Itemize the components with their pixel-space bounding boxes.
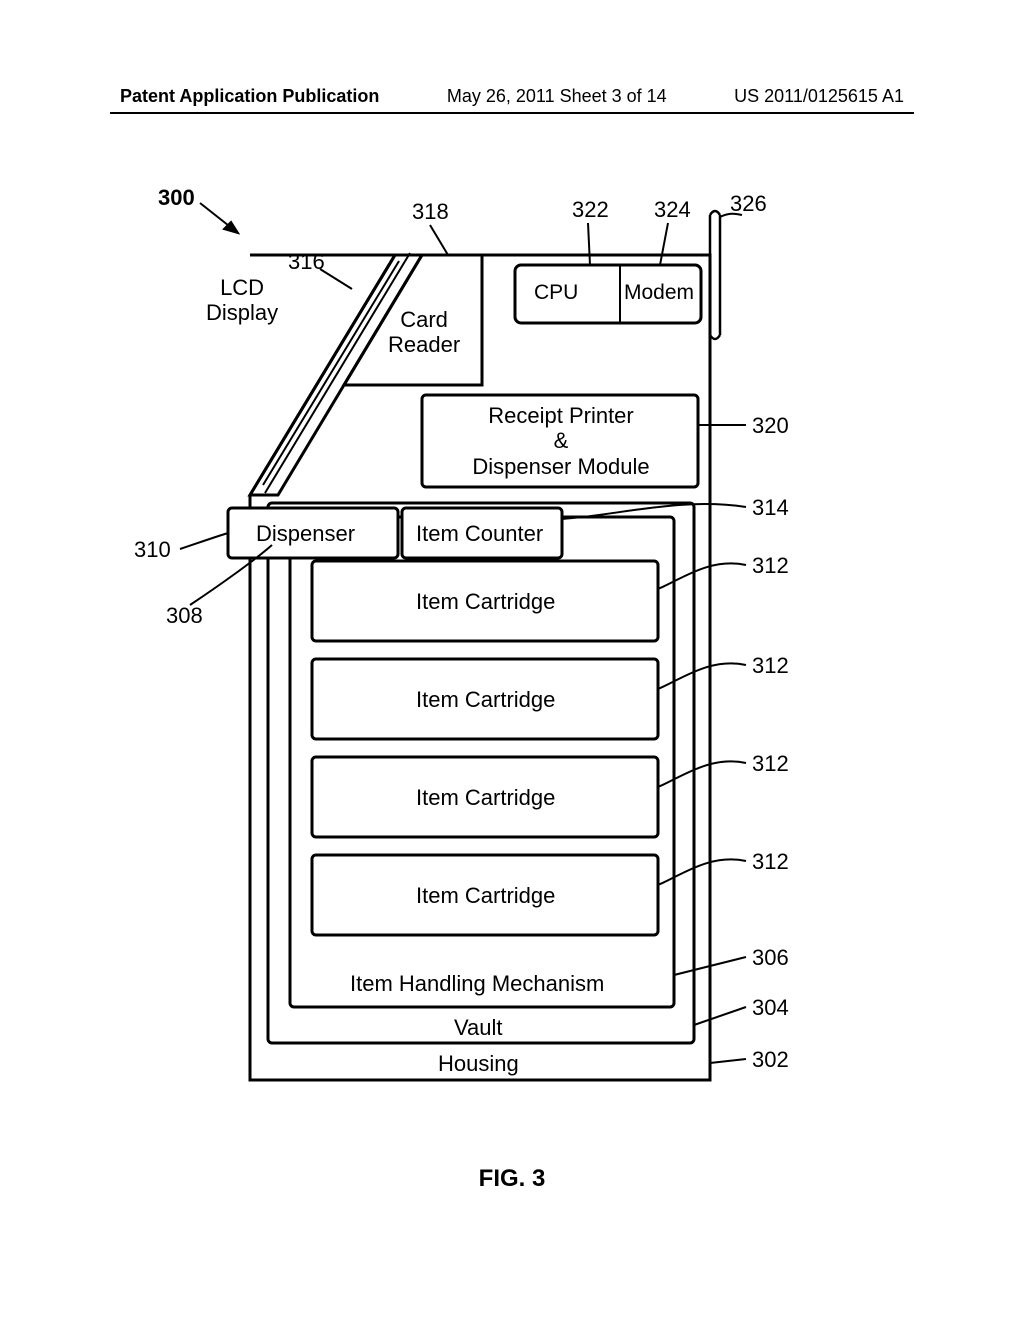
ref-312-d: 312 <box>752 849 789 874</box>
label-cpu: CPU <box>534 281 578 305</box>
label-card-reader: Card Reader <box>388 307 460 358</box>
label-cartridge-1: Item Cartridge <box>416 589 555 614</box>
label-vault: Vault <box>454 1015 503 1040</box>
ref-312-c: 312 <box>752 751 789 776</box>
label-receipt-printer: Receipt Printer & Dispenser Module <box>432 403 690 479</box>
header-right: US 2011/0125615 A1 <box>734 86 904 107</box>
ref-320: 320 <box>752 413 789 438</box>
label-item-handling: Item Handling Mechanism <box>350 971 604 996</box>
ref-316: 316 <box>288 249 325 274</box>
diagram-svg <box>120 185 900 1175</box>
header-center: May 26, 2011 Sheet 3 of 14 <box>447 86 667 107</box>
label-item-counter: Item Counter <box>416 521 543 546</box>
label-cartridge-2: Item Cartridge <box>416 687 555 712</box>
ref-312-b: 312 <box>752 653 789 678</box>
label-dispenser: Dispenser <box>256 521 355 546</box>
figure-3-diagram: 300 316 318 322 324 326 320 314 312 312 … <box>120 185 900 1175</box>
ref-302: 302 <box>752 1047 789 1072</box>
header-left: Patent Application Publication <box>120 86 379 107</box>
page-header: Patent Application Publication May 26, 2… <box>0 86 1024 107</box>
label-cartridge-4: Item Cartridge <box>416 883 555 908</box>
ref-306: 306 <box>752 945 789 970</box>
label-lcd-display: LCD Display <box>206 275 278 326</box>
ref-326: 326 <box>730 191 767 216</box>
ref-308: 308 <box>166 603 203 628</box>
ref-314: 314 <box>752 495 789 520</box>
ref-322: 322 <box>572 197 609 222</box>
ref-312-a: 312 <box>752 553 789 578</box>
ref-324: 324 <box>654 197 691 222</box>
ref-318: 318 <box>412 199 449 224</box>
ref-300: 300 <box>158 185 195 210</box>
figure-caption: FIG. 3 <box>0 1165 1024 1193</box>
label-housing: Housing <box>438 1051 519 1076</box>
label-modem: Modem <box>624 281 694 305</box>
label-cartridge-3: Item Cartridge <box>416 785 555 810</box>
header-rule <box>110 112 914 114</box>
ref-304: 304 <box>752 995 789 1020</box>
ref-310: 310 <box>134 537 171 562</box>
